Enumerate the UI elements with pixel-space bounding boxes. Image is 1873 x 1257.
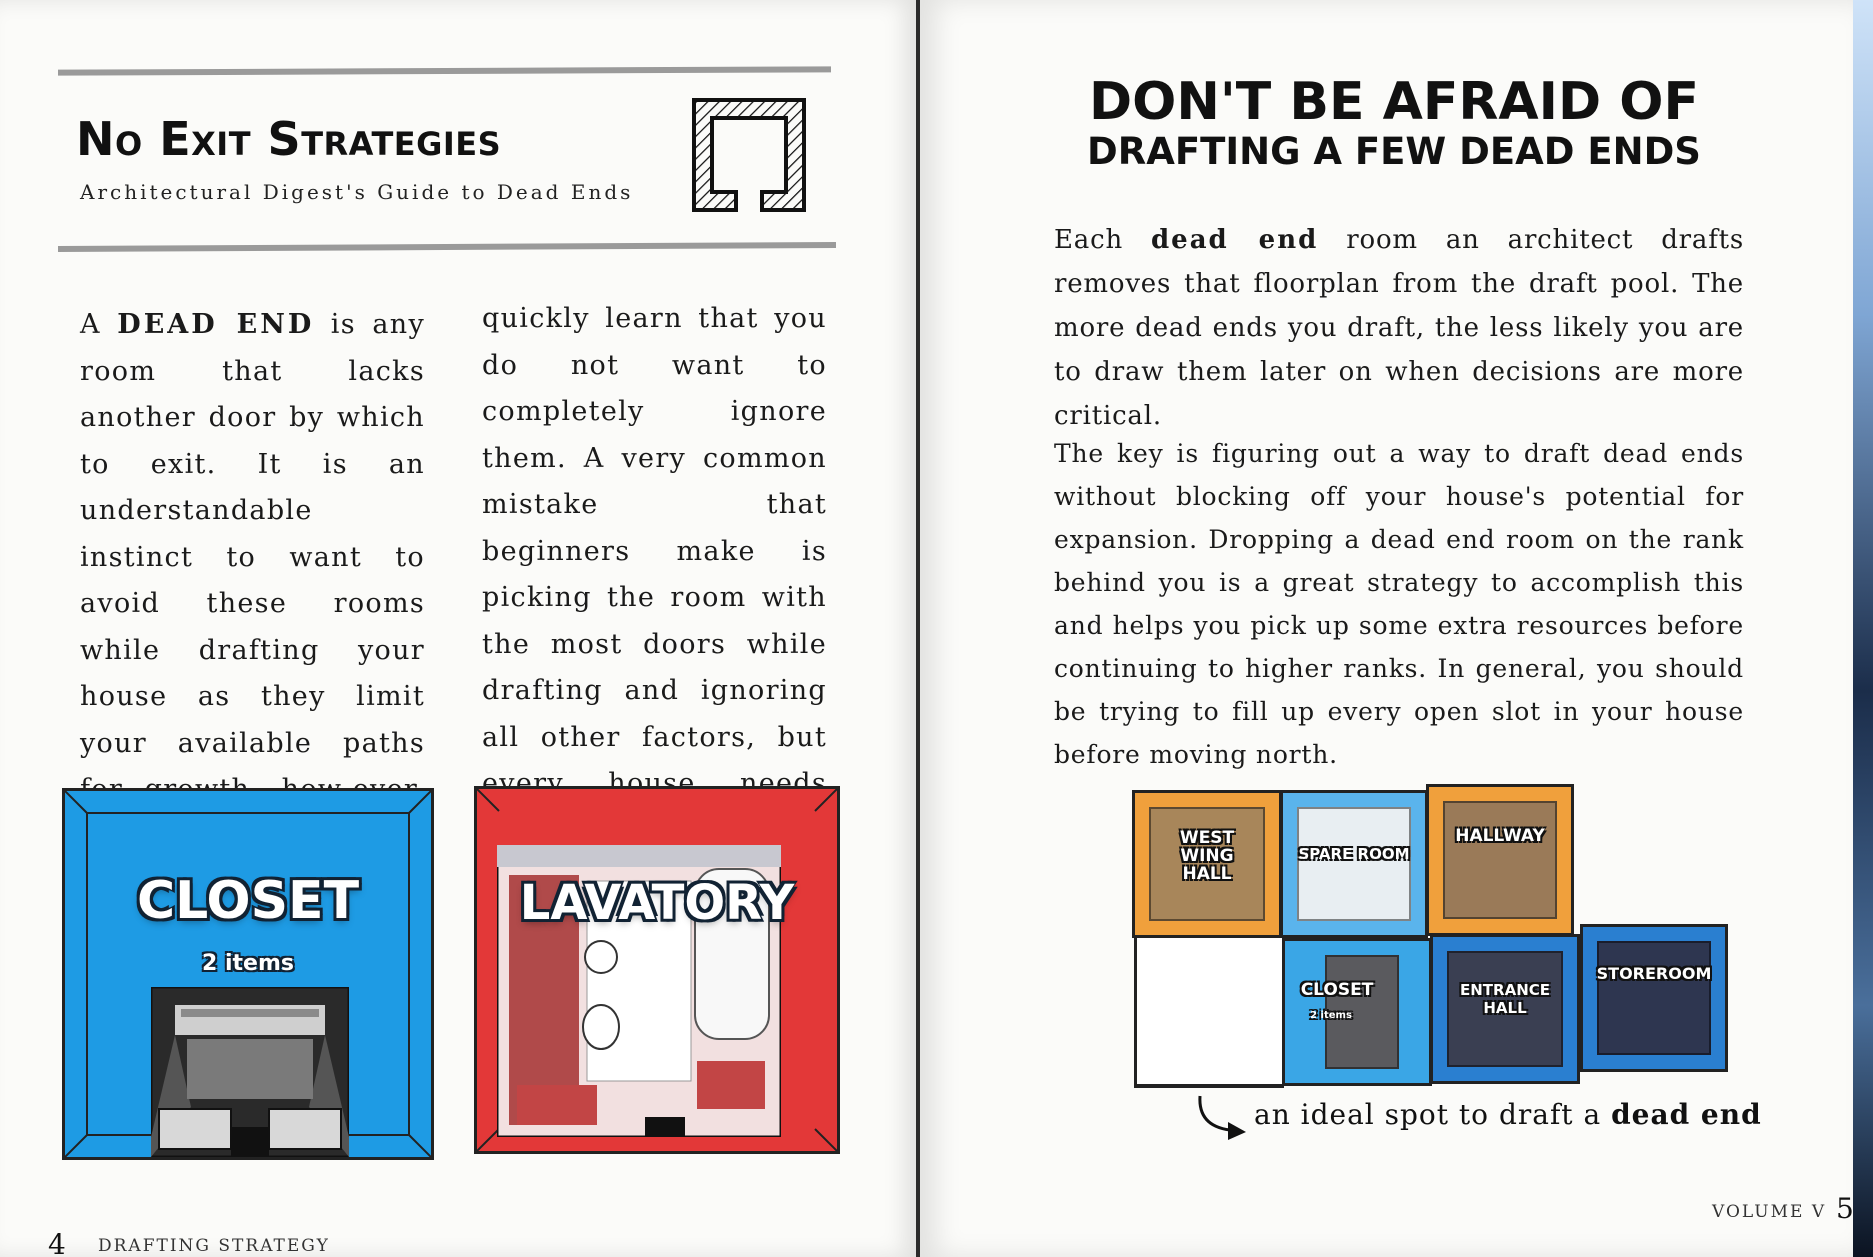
curved-arrow-icon <box>1198 1095 1246 1140</box>
room-storeroom-label: STOREROOM <box>1596 964 1712 983</box>
dead-end-room-icon <box>692 98 806 212</box>
room-west-wing-hall: WEST WING HALL <box>1132 790 1282 938</box>
room-storeroom: STOREROOM <box>1580 924 1728 1072</box>
background-edge <box>1853 0 1873 1257</box>
left-page: No Exit Strategies Architectural Digest'… <box>0 0 918 1257</box>
page-title: No Exit Strategies <box>76 112 502 166</box>
para1-lead: Each <box>1054 225 1151 255</box>
room-entrance-hall-label: ENTRANCE HALL <box>1460 981 1550 1017</box>
room-closet-label: CLOSET <box>1300 980 1374 1000</box>
column1-lead: A <box>80 309 118 340</box>
empty-slot <box>1134 938 1284 1088</box>
room-west-wing-hall-label: WEST WING HALL <box>1179 828 1235 884</box>
text-column-1: A DEAD END is any room that lacks anothe… <box>80 302 425 860</box>
diagram-caption: an ideal spot to draft a dead end <box>1254 1098 1762 1131</box>
right-page-number: 5 <box>1836 1192 1854 1225</box>
floorplan-diagram: WEST WING HALL SPARE ROOM HALLWAY CLOSET… <box>1130 782 1730 1092</box>
room-hallway: HALLWAY <box>1426 784 1574 936</box>
page-subtitle: Architectural Digest's Guide to Dead End… <box>80 180 634 204</box>
closet-room-illustration <box>151 987 349 1157</box>
closet-card-items: 2 items <box>202 951 294 976</box>
right-page-subtitle: DRAFTING A FEW DEAD ENDS <box>1087 130 1701 173</box>
right-paragraph-2: The key is figuring out a way to draft d… <box>1054 439 1744 769</box>
text-column-2: quickly learn that you do not want to co… <box>482 303 827 846</box>
closet-room-card: CLOSET 2 items <box>62 788 434 1160</box>
room-spare-room-label: SPARE ROOM <box>1298 845 1410 863</box>
right-paragraph-1: Each dead end room an architect drafts r… <box>1054 218 1744 438</box>
right-page-title: DON'T BE AFRAID OF <box>1088 72 1700 132</box>
dead-end-term-right: dead end <box>1150 225 1319 255</box>
room-spare-room: SPARE ROOM <box>1280 790 1428 938</box>
room-closet-items: 2 items <box>1310 1010 1352 1021</box>
para1-body: room an architect drafts removes that fl… <box>1054 225 1745 431</box>
column1-body: is any room that lacks another door by w… <box>80 309 425 852</box>
header-rule-top <box>57 66 832 76</box>
room-closet: CLOSET 2 items <box>1282 938 1432 1086</box>
closet-card-name: CLOSET <box>136 871 360 931</box>
caption-lead: an ideal spot to draft a <box>1254 1098 1612 1131</box>
lavatory-card-name: LAVATORY <box>519 875 795 931</box>
room-hallway-label: HALLWAY <box>1455 826 1545 846</box>
right-footer-label: VOLUME V <box>1712 1202 1827 1222</box>
lavatory-room-card: LAVATORY <box>474 786 840 1154</box>
header-rule-bottom <box>57 241 837 253</box>
left-footer-label: DRAFTING STRATEGY <box>98 1236 330 1256</box>
dead-end-term: DEAD END <box>117 309 315 340</box>
room-entrance-hall: ENTRANCE HALL <box>1430 934 1580 1084</box>
caption-bold: dead end <box>1611 1098 1762 1131</box>
left-page-number: 4 <box>48 1228 66 1257</box>
